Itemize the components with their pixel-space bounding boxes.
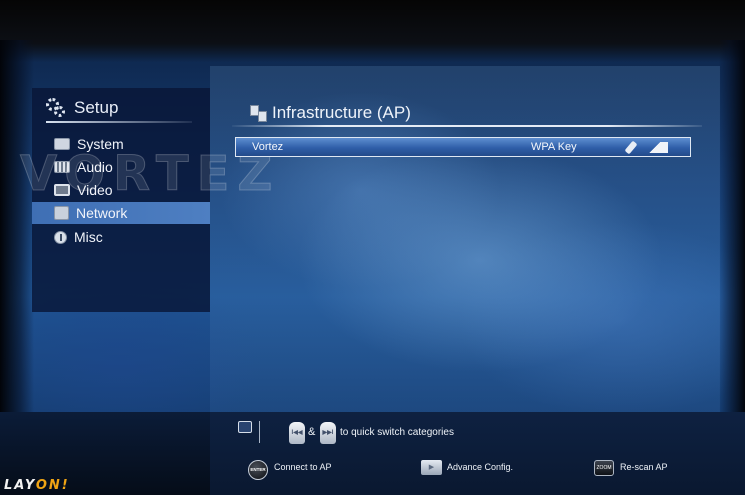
- sidebar-item-label: Network: [76, 205, 128, 221]
- setup-title: Setup: [74, 98, 119, 117]
- advance-config-action[interactable]: Advance Config.: [447, 462, 513, 472]
- enter-key-icon: ENTER: [248, 460, 268, 480]
- misc-icon: [54, 230, 67, 244]
- top-bezel: [0, 0, 745, 62]
- network-icon: [54, 206, 69, 220]
- play-key-icon: ▶: [421, 460, 442, 475]
- page-title-text: Infrastructure (AP): [272, 103, 411, 122]
- footer-amp: &: [308, 426, 316, 438]
- skip-next-key-icon: ▶▶I: [320, 422, 336, 444]
- ap-security: WPA Key: [531, 141, 577, 153]
- footer-divider: [259, 421, 260, 443]
- page-title: Infrastructure (AP): [250, 102, 411, 124]
- logo-right-text: ON!: [35, 478, 70, 493]
- edit-key-icon: [624, 140, 638, 155]
- sidebar-item-network[interactable]: Network: [32, 202, 210, 224]
- setup-header: Setup: [46, 96, 118, 120]
- rescan-ap-action[interactable]: Re-scan AP: [620, 462, 668, 472]
- switch-hint: to quick switch categories: [340, 427, 454, 438]
- signal-strength-icon: [624, 140, 684, 155]
- sidebar-item-misc[interactable]: Misc: [32, 226, 210, 248]
- logo-left-text: LAY: [4, 478, 36, 493]
- setup-title-divider: [46, 121, 192, 123]
- layon-logo: LAYON!: [4, 478, 70, 493]
- zoom-key-icon: ZOOM: [594, 460, 614, 476]
- ap-ssid: Vortez: [252, 141, 284, 153]
- signal-bars-icon: [642, 142, 668, 153]
- network-icon: [250, 104, 268, 122]
- skip-prev-key-icon: I◀◀: [289, 422, 305, 444]
- title-divider: [232, 125, 702, 127]
- sidebar-item-label: Misc: [74, 229, 103, 245]
- gears-icon: [46, 98, 66, 118]
- connect-to-ap-action[interactable]: Connect to AP: [274, 462, 332, 472]
- info-icon: [238, 421, 252, 433]
- access-point-row[interactable]: Vortez WPA Key: [235, 137, 691, 157]
